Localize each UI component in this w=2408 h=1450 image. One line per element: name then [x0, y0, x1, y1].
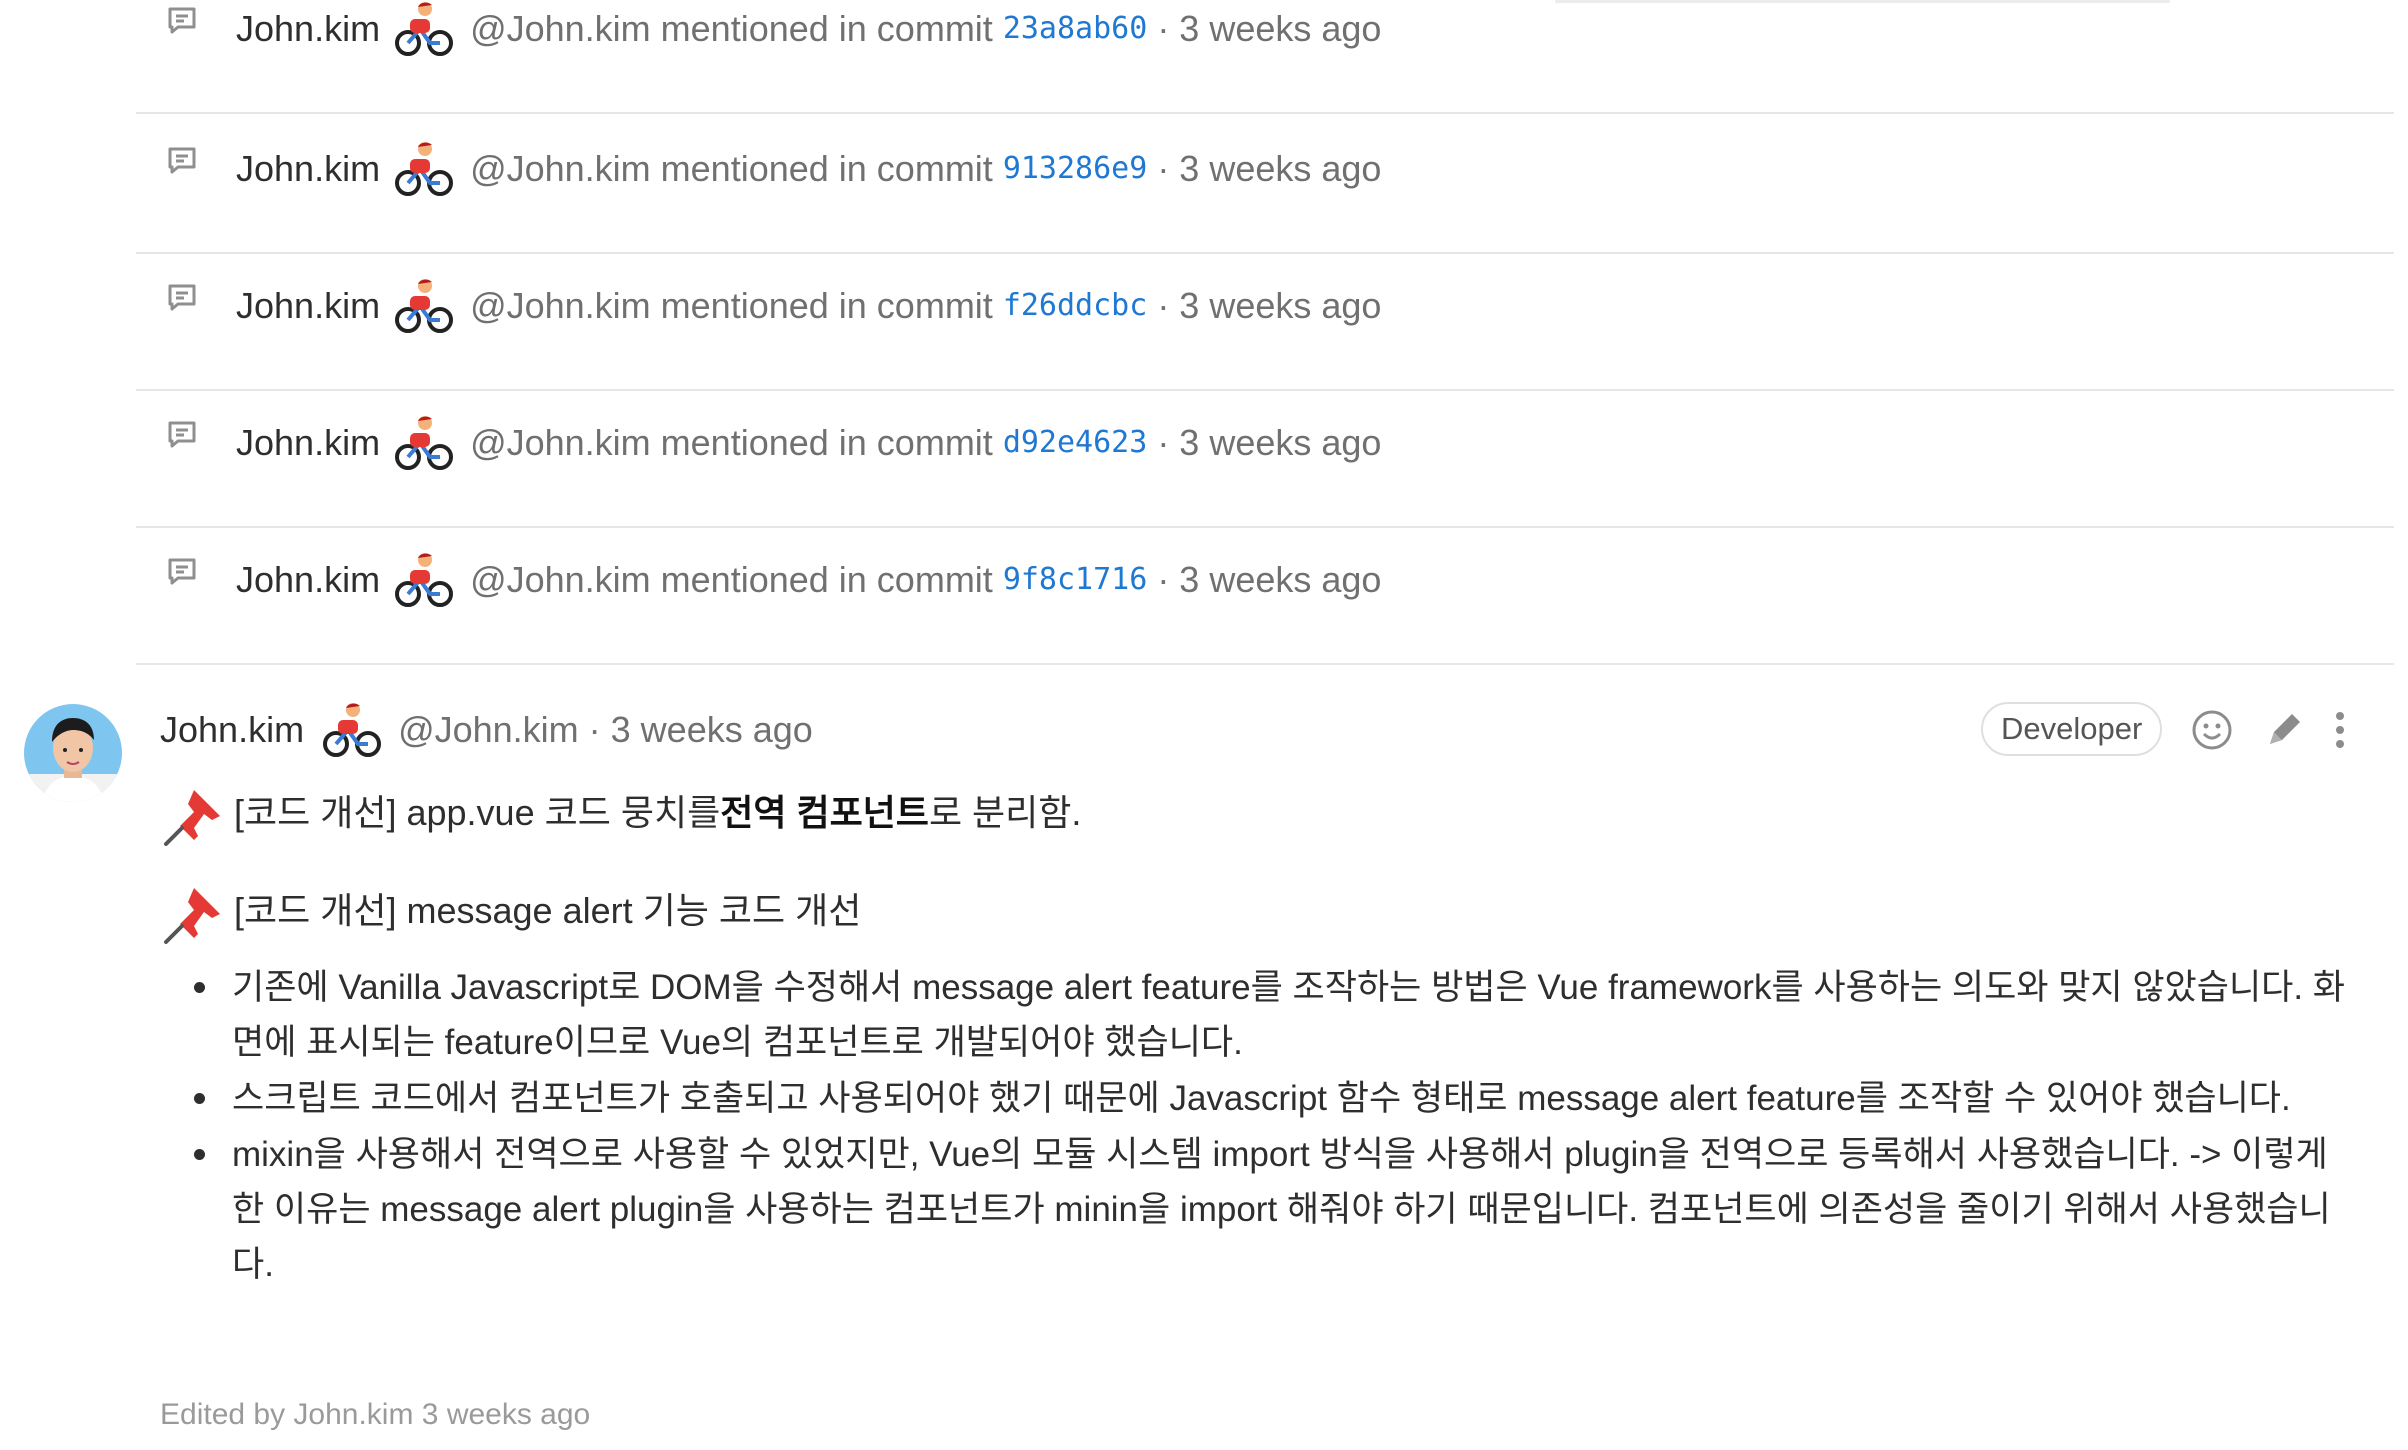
commit-sha-link[interactable]: f26ddcbc — [1003, 281, 1148, 331]
smiley-icon[interactable] — [2190, 708, 2234, 752]
note-text: @John.kim mentioned in commit — [470, 148, 993, 189]
note-author[interactable]: John.kim — [236, 418, 380, 468]
note-author[interactable]: John.kim — [236, 144, 380, 194]
comment-note-icon — [168, 147, 196, 174]
comment-bullet-list: 기존에 Vanilla Javascript로 DOM을 수정해서 messag… — [194, 960, 2362, 1293]
person-biking-emoji — [323, 703, 382, 757]
comment-note-icon — [168, 421, 196, 448]
comment-time[interactable]: · 3 weeks ago — [589, 705, 813, 755]
list-item: 스크립트 코드에서 컴포넌트가 호출되고 사용되어야 했기 때문에 Javasc… — [194, 1071, 2362, 1126]
comment-note-icon — [168, 284, 196, 311]
system-note: John.kim @John.kim mentioned in commit 2… — [136, 0, 2394, 114]
pushpin-emoji — [164, 790, 220, 846]
comment-handle[interactable]: @John.kim — [398, 705, 579, 755]
kebab-menu-icon[interactable] — [2328, 708, 2352, 752]
comment-note-icon — [168, 7, 196, 34]
pushpin-emoji — [164, 888, 220, 944]
note-time: · 3 weeks ago — [1157, 559, 1382, 600]
commit-sha-link[interactable]: 23a8ab60 — [1003, 4, 1148, 54]
system-note: John.kim @John.kim mentioned in commit 9… — [136, 117, 2394, 254]
pencil-icon[interactable] — [2262, 708, 2306, 752]
pin-text-before: [코드 개선] message alert 기능 코드 개선 — [234, 890, 862, 931]
list-item: mixin을 사용해서 전역으로 사용할 수 있었지만, Vue의 모듈 시스템… — [194, 1127, 2362, 1292]
person-biking-emoji — [395, 2, 454, 56]
note-text: @John.kim mentioned in commit — [470, 285, 993, 326]
pin-text-before: [코드 개선] app.vue 코드 뭉치를 — [234, 792, 721, 833]
role-badge: Developer — [1981, 702, 2163, 756]
note-text: @John.kim mentioned in commit — [470, 559, 993, 600]
note-time: · 3 weeks ago — [1157, 422, 1382, 463]
list-item: 기존에 Vanilla Javascript로 DOM을 수정해서 messag… — [194, 960, 2362, 1070]
commit-sha-link[interactable]: 913286e9 — [1003, 144, 1148, 194]
pin-text-bold: 전역 컴포넌트 — [720, 792, 929, 833]
system-note: John.kim @John.kim mentioned in commit d… — [136, 391, 2394, 528]
system-note: John.kim @John.kim mentioned in commit 9… — [136, 528, 2394, 665]
note-time: · 3 weeks ago — [1157, 8, 1382, 49]
person-biking-emoji — [395, 553, 454, 607]
note-author[interactable]: John.kim — [236, 4, 380, 54]
comment-note: John.kim @John.kim · 3 weeks ago Develop… — [0, 688, 2408, 1450]
pin-text-after: 로 분리함. — [928, 792, 1082, 833]
comment-line-2: [코드 개선] message alert 기능 코드 개선 — [160, 868, 861, 948]
person-biking-emoji — [395, 279, 454, 333]
commit-sha-link[interactable]: 9f8c1716 — [1003, 555, 1148, 605]
merge-request-discussion: John.kim @John.kim mentioned in commit 2… — [0, 0, 2408, 1450]
comment-note-icon — [168, 558, 196, 585]
note-text: @John.kim mentioned in commit — [470, 422, 993, 463]
note-time: · 3 weeks ago — [1157, 285, 1382, 326]
person-biking-emoji — [395, 416, 454, 470]
avatar-image — [24, 704, 122, 802]
edited-info: Edited by John.kim 3 weeks ago — [160, 1398, 591, 1431]
note-text: @John.kim mentioned in commit — [470, 8, 993, 49]
commit-sha-link[interactable]: d92e4623 — [1003, 418, 1148, 468]
person-biking-emoji — [395, 142, 454, 196]
avatar[interactable] — [24, 704, 122, 802]
note-author[interactable]: John.kim — [236, 281, 380, 331]
note-author[interactable]: John.kim — [236, 555, 380, 605]
system-note: John.kim @John.kim mentioned in commit f… — [136, 254, 2394, 391]
comment-header: John.kim @John.kim · 3 weeks ago — [160, 698, 813, 762]
note-time: · 3 weeks ago — [1157, 148, 1382, 189]
comment-line-1: [코드 개선] app.vue 코드 뭉치를 전역 컴포넌트 로 분리함. — [160, 770, 1081, 850]
comment-author[interactable]: John.kim — [160, 705, 304, 755]
